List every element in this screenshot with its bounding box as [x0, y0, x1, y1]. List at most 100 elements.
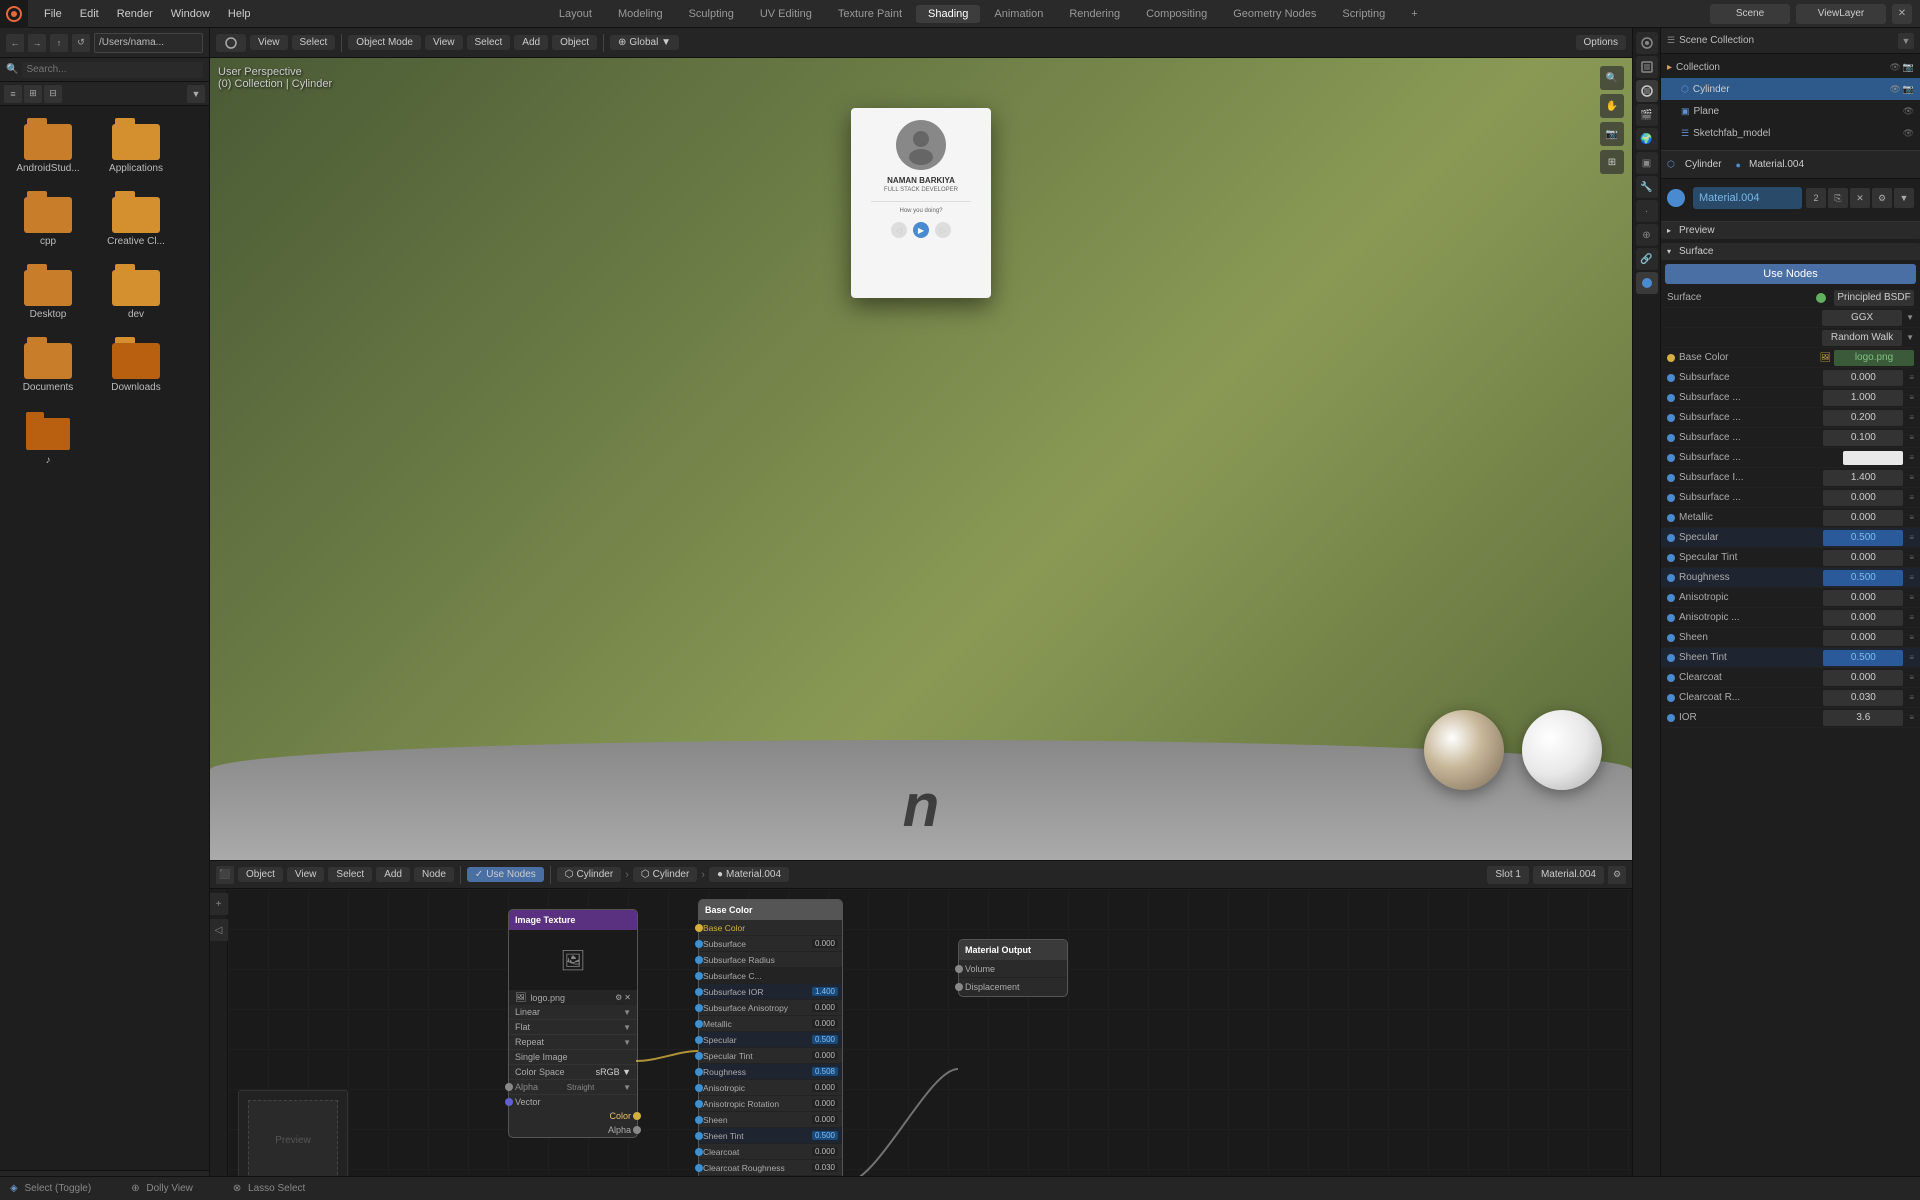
viewport-shading-icon[interactable]: [1636, 80, 1658, 102]
specular-prop-val[interactable]: 0.500: [1823, 530, 1903, 546]
sheen-prop-val[interactable]: 0.000: [1823, 630, 1903, 646]
sc-item-sketchfab[interactable]: ☰ Sketchfab_model 👁: [1661, 122, 1920, 144]
material-output-node[interactable]: Material Output Volume Displacement: [958, 939, 1068, 997]
aniso-rot-arrow[interactable]: ≡: [1909, 613, 1914, 622]
node-object-btn[interactable]: Object: [238, 867, 283, 882]
breadcrumb-cylinder-2[interactable]: ⬡ Cylinder: [633, 867, 697, 882]
ss-2-prop-val[interactable]: 0.200: [1823, 410, 1903, 426]
select-btn[interactable]: Select: [467, 35, 511, 50]
tab-modeling[interactable]: Modeling: [606, 5, 675, 23]
principled-bsdf-dropdown[interactable]: Principled BSDF: [1834, 290, 1914, 306]
alpha-arrow[interactable]: ▼: [623, 1083, 631, 1092]
breadcrumb-cylinder[interactable]: ⬡ Cylinder: [557, 867, 621, 882]
clearcoat-r-prop-val[interactable]: 0.030: [1823, 690, 1903, 706]
clearcoat-r-arrow[interactable]: ≡: [1909, 693, 1914, 702]
card-next-btn[interactable]: ▷: [935, 222, 951, 238]
node-add-btn[interactable]: Add: [376, 867, 410, 882]
specular-arrow[interactable]: ≡: [1909, 533, 1914, 542]
fb-forward-btn[interactable]: →: [28, 34, 46, 52]
bsdf-node[interactable]: Base Color Base Color Subsurface 0: [698, 899, 843, 1200]
mat-copy-btn[interactable]: ⎘: [1828, 188, 1848, 208]
fb-filter[interactable]: ▼: [187, 85, 205, 103]
fb-item-downloads[interactable]: Downloads: [96, 333, 176, 398]
output-props-icon[interactable]: [1636, 56, 1658, 78]
node-main-canvas[interactable]: Image Texture 🖼 🖼 logo.png ⚙ ✕: [228, 889, 1632, 1200]
subsurface-arrow[interactable]: ≡: [1909, 373, 1914, 382]
clearcoat-arrow[interactable]: ≡: [1909, 673, 1914, 682]
surface-header[interactable]: ▾ Surface: [1661, 243, 1920, 260]
ss-aniso-arrow[interactable]: ≡: [1909, 493, 1914, 502]
zoom-in-btn[interactable]: 🔍: [1600, 66, 1624, 90]
img-del-btn[interactable]: ✕: [624, 993, 631, 1002]
ggx-dropdown[interactable]: GGX: [1822, 310, 1902, 326]
colorspace-value[interactable]: sRGB ▼: [596, 1067, 631, 1077]
viewlayer-selector[interactable]: ViewLayer: [1796, 4, 1886, 24]
material-props-icon[interactable]: [1636, 272, 1658, 294]
proj-arrow[interactable]: ▼: [623, 1023, 631, 1032]
options-btn[interactable]: Options: [1576, 35, 1626, 50]
physics-icon[interactable]: ⊕: [1636, 224, 1658, 246]
node-settings-btn[interactable]: ⚙: [1608, 866, 1626, 884]
node-select-btn[interactable]: Select: [328, 867, 372, 882]
menu-render[interactable]: Render: [109, 5, 161, 23]
clearcoat-prop-val[interactable]: 0.000: [1823, 670, 1903, 686]
fb-item-dev[interactable]: dev: [96, 260, 176, 325]
fb-grid-view[interactable]: ⊞: [24, 85, 42, 103]
use-nodes-btn[interactable]: Use Nodes: [1665, 264, 1916, 284]
subsurface-prop-val[interactable]: 0.000: [1823, 370, 1903, 386]
interp-arrow[interactable]: ▼: [623, 1008, 631, 1017]
node-sidebar-icon-2[interactable]: ◁: [210, 919, 230, 941]
sc-item-plane[interactable]: ▣ Plane 👁: [1661, 100, 1920, 122]
fb-item-creative[interactable]: Creative Cl...: [96, 187, 176, 252]
card-play-btn[interactable]: ▶: [913, 222, 929, 238]
mat-del-btn[interactable]: ✕: [1850, 188, 1870, 208]
transform-global[interactable]: ⊕ Global ▼: [610, 35, 679, 50]
constraints-icon[interactable]: 🔗: [1636, 248, 1658, 270]
pan-btn[interactable]: ✋: [1600, 94, 1624, 118]
roughness-prop-val[interactable]: 0.500: [1823, 570, 1903, 586]
slot-dropdown[interactable]: Slot 1: [1487, 866, 1529, 884]
img-edit-btn[interactable]: ⚙: [615, 993, 622, 1002]
tab-rendering[interactable]: Rendering: [1057, 5, 1132, 23]
3d-viewport[interactable]: User Perspective (0) Collection | Cylind…: [210, 58, 1632, 860]
view-btn[interactable]: View: [425, 35, 463, 50]
camera-sc-icon[interactable]: 📷: [1903, 62, 1914, 73]
scene-props-icon[interactable]: 🎬: [1636, 104, 1658, 126]
eye-icon-4[interactable]: 👁: [1903, 128, 1914, 139]
eye-icon-3[interactable]: 👁: [1903, 106, 1914, 117]
ggx-arrow[interactable]: ▼: [1906, 313, 1914, 322]
camera-sc-icon-2[interactable]: 📷: [1903, 84, 1914, 95]
fb-refresh-btn[interactable]: ↺: [72, 34, 90, 52]
add-btn[interactable]: Add: [514, 35, 548, 50]
modifier-props-icon[interactable]: 🔧: [1636, 176, 1658, 198]
fb-item-applications[interactable]: Applications: [96, 114, 176, 179]
tab-layout[interactable]: Layout: [547, 5, 604, 23]
menu-help[interactable]: Help: [220, 5, 259, 23]
node-sidebar-icon-1[interactable]: +: [210, 893, 230, 915]
fb-item-documents[interactable]: Documents: [8, 333, 88, 398]
grid-btn[interactable]: ⊞: [1600, 150, 1624, 174]
view-menu[interactable]: View: [250, 35, 288, 50]
node-editor-type[interactable]: ⬛: [216, 866, 234, 884]
breadcrumb-material[interactable]: ● Material.004: [709, 867, 789, 882]
image-texture-node[interactable]: Image Texture 🖼 🖼 logo.png ⚙ ✕: [508, 909, 638, 1138]
material-name-field[interactable]: Material.004: [1693, 187, 1802, 209]
base-color-value[interactable]: logo.png: [1834, 350, 1914, 366]
ss-ior-prop-val[interactable]: 1.400: [1823, 470, 1903, 486]
mat-more-btn[interactable]: ▼: [1894, 188, 1914, 208]
fb-item-cpp[interactable]: cpp: [8, 187, 88, 252]
tab-scripting[interactable]: Scripting: [1330, 5, 1397, 23]
menu-file[interactable]: File: [36, 5, 70, 23]
ss-3-arrow[interactable]: ≡: [1909, 433, 1914, 442]
ss-ior-arrow[interactable]: ≡: [1909, 473, 1914, 482]
aniso-prop-val[interactable]: 0.000: [1823, 590, 1903, 606]
sc-item-cylinder[interactable]: ⬡ Cylinder 👁 📷: [1661, 78, 1920, 100]
select-menu[interactable]: Select: [292, 35, 336, 50]
sheen-tint-prop-val[interactable]: 0.500: [1823, 650, 1903, 666]
sc-item-collection[interactable]: ▸ Collection 👁 📷: [1661, 56, 1920, 78]
ss-aniso-prop-val[interactable]: 0.000: [1823, 490, 1903, 506]
preview-header[interactable]: ▸ Preview: [1661, 222, 1920, 239]
repeat-arrow[interactable]: ▼: [623, 1038, 631, 1047]
tab-animation[interactable]: Animation: [982, 5, 1055, 23]
spec-tint-arrow[interactable]: ≡: [1909, 553, 1914, 562]
